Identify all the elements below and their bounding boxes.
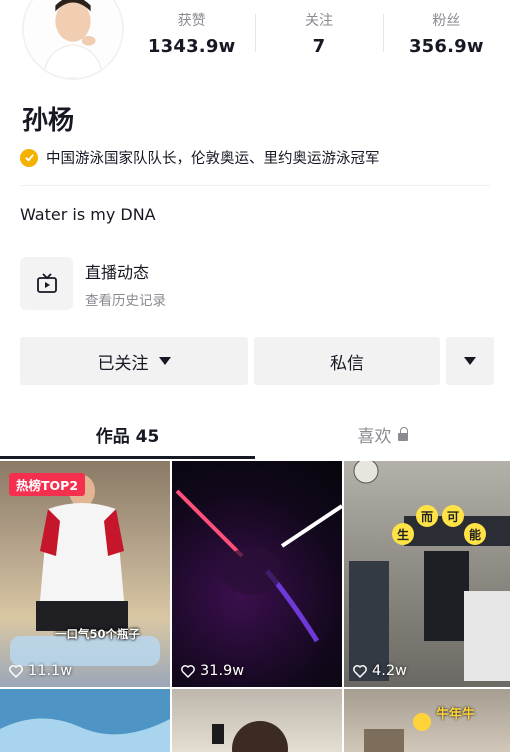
divider — [20, 185, 490, 186]
stat-likes[interactable]: 获赞 1343.9w — [128, 0, 255, 70]
profile-name: 孙杨 — [22, 106, 75, 136]
lock-icon — [397, 427, 408, 441]
avatar[interactable] — [22, 0, 124, 80]
sticker-text: 能 — [464, 523, 486, 545]
like-count-text: 4.2w — [372, 663, 407, 679]
video-grid: 热榜TOP2 一口气50个瓶子 11.1w 31.9w 生 而 可 能 4.2w… — [0, 461, 510, 752]
video-thumbnail[interactable] — [172, 689, 342, 752]
thumbnail-image — [175, 489, 342, 643]
like-count-text: 31.9w — [200, 663, 245, 679]
stat-value: 1343.9w — [147, 36, 236, 57]
thumbnail-image — [212, 721, 288, 752]
live-subtitle: 查看历史记录 — [85, 292, 166, 309]
tab-likes[interactable]: 喜欢 — [255, 413, 510, 459]
stat-label: 粉丝 — [432, 13, 461, 29]
content-tabs: 作品 45 喜欢 — [0, 413, 510, 459]
tv-icon — [20, 257, 73, 310]
stat-label: 关注 — [304, 13, 333, 29]
live-title: 直播动态 — [85, 262, 150, 282]
bio: Water is my DNA — [20, 205, 156, 224]
stat-value: 356.9w — [408, 36, 484, 57]
sticker-text: 可 — [442, 505, 464, 527]
action-bar: 已关注 私信 — [20, 337, 496, 385]
stat-label: 获赞 — [177, 13, 206, 29]
tab-works[interactable]: 作品 45 — [0, 413, 255, 459]
heart-icon — [353, 665, 367, 679]
like-count: 4.2w — [352, 663, 407, 679]
message-label: 私信 — [330, 353, 364, 374]
verification-text: 中国游泳国家队队长，伦敦奥运、里约奥运游泳冠军 — [46, 151, 380, 167]
following-label: 已关注 — [97, 353, 149, 374]
hot-rank-badge: 热榜TOP2 — [9, 473, 86, 496]
following-button[interactable]: 已关注 — [20, 337, 248, 385]
sticker-text: 牛年牛 — [436, 707, 476, 722]
thumbnail-image — [0, 689, 170, 752]
video-thumbnail[interactable]: 热榜TOP2 一口气50个瓶子 11.1w — [0, 461, 170, 687]
message-button[interactable]: 私信 — [254, 337, 440, 385]
more-dropdown-button[interactable] — [446, 337, 494, 385]
tab-likes-label: 喜欢 — [357, 427, 392, 447]
verified-check-icon — [20, 148, 38, 167]
video-caption: 一口气50个瓶子 — [55, 627, 141, 641]
verification-row: 中国游泳国家队队长，伦敦奥运、里约奥运游泳冠军 — [20, 147, 380, 168]
stat-followers[interactable]: 粉丝 356.9w — [382, 0, 510, 70]
video-thumbnail[interactable]: 生 而 可 能 4.2w — [344, 461, 510, 687]
heart-icon — [181, 665, 195, 679]
live-history-card[interactable]: 直播动态 查看历史记录 — [20, 257, 166, 310]
video-thumbnail[interactable]: 31.9w — [172, 461, 342, 687]
stat-value: 7 — [312, 36, 326, 57]
video-thumbnail[interactable] — [0, 689, 170, 752]
caret-down-icon — [158, 357, 171, 365]
sticker-text: 而 — [416, 505, 438, 527]
like-count: 11.1w — [8, 663, 72, 679]
thumbnail-image — [364, 713, 431, 752]
heart-icon — [9, 665, 23, 679]
stat-following[interactable]: 关注 7 — [255, 0, 382, 70]
sticker-text: 生 — [392, 523, 414, 545]
video-thumbnail[interactable]: 牛年牛 — [344, 689, 510, 752]
profile-photo — [24, 0, 122, 78]
caret-down-icon — [464, 357, 476, 365]
stats-bar: 获赞 1343.9w 关注 7 粉丝 356.9w — [128, 0, 510, 70]
like-count: 31.9w — [180, 663, 244, 679]
thumbnail-image — [349, 461, 510, 681]
tab-works-label: 作品 45 — [95, 427, 160, 447]
like-count-text: 11.1w — [28, 663, 73, 679]
